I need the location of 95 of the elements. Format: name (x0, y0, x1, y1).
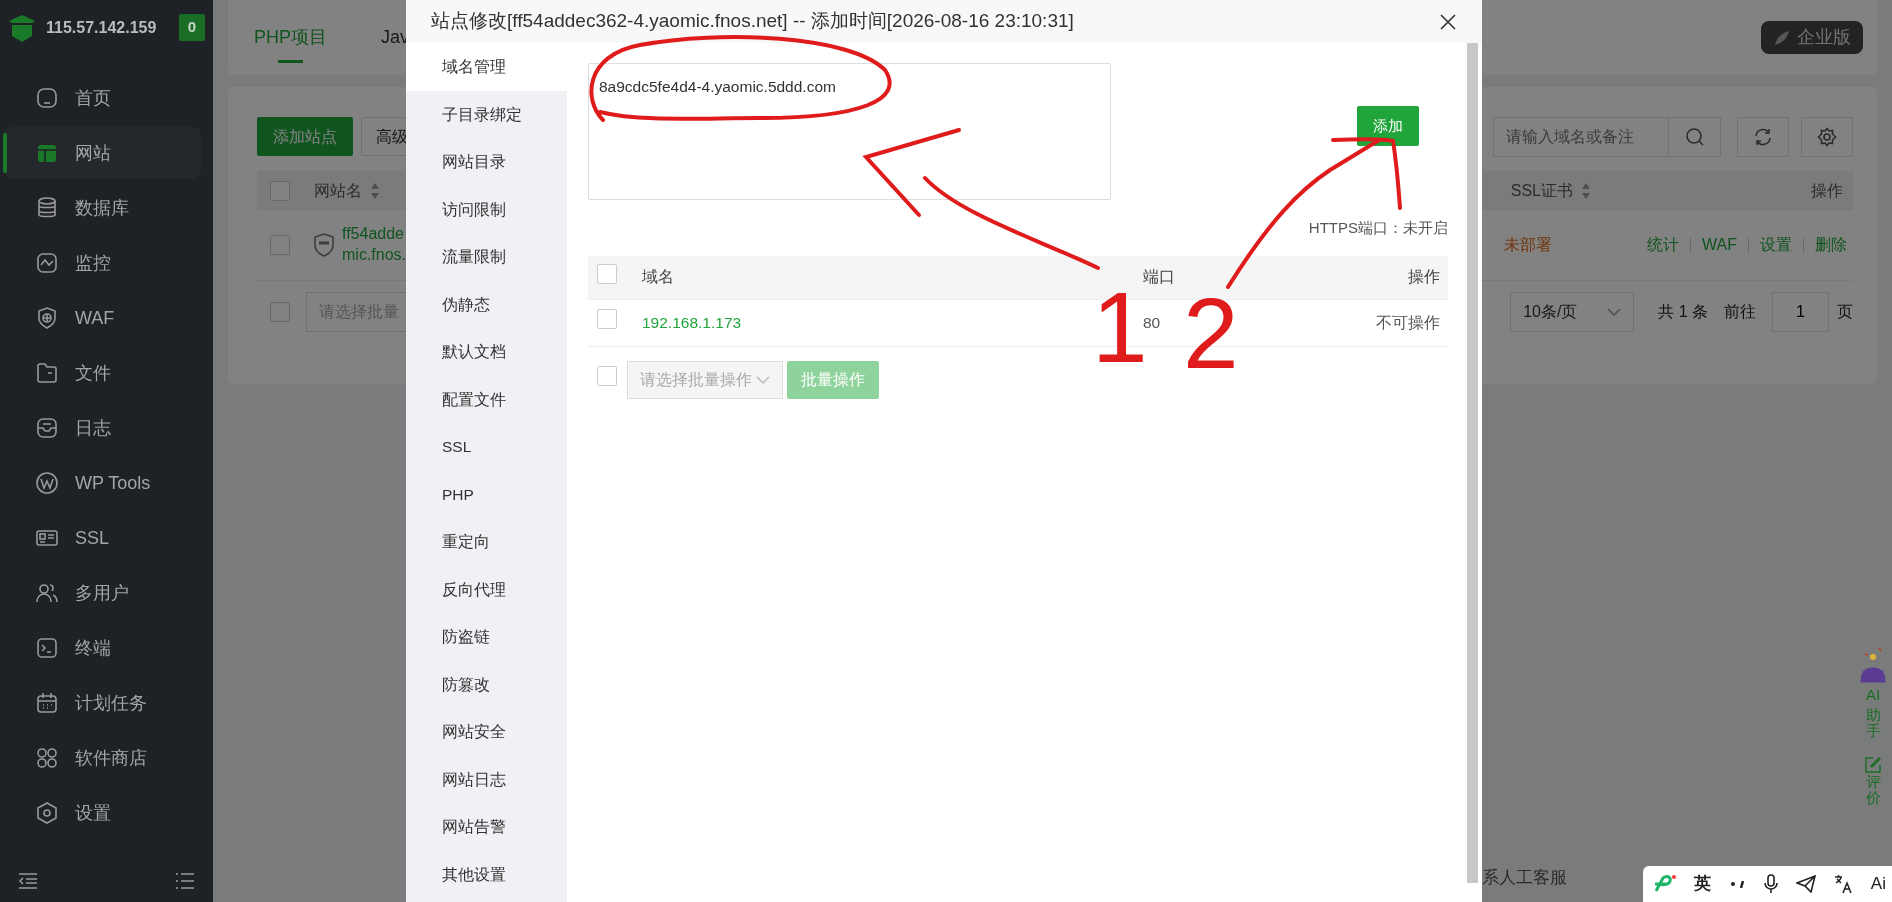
dialog-nav-item[interactable]: 防篡改 (406, 660, 567, 708)
dialog-nav-item[interactable]: SSL (406, 423, 567, 471)
punctuation-icon[interactable] (1728, 879, 1747, 889)
page-input[interactable]: 1 (1772, 292, 1829, 332)
calendar-icon (35, 691, 59, 715)
scrollbar[interactable] (1467, 43, 1478, 883)
dialog-nav-item[interactable]: 域名管理 (406, 43, 567, 91)
search-icon[interactable] (1669, 117, 1721, 157)
sidebar-item[interactable]: 首页 (3, 72, 201, 124)
domain-input[interactable]: 8a9cdc5fe4d4-4.yaomic.5ddd.com (588, 63, 1111, 200)
translate-icon[interactable] (1833, 874, 1854, 894)
assistant-label: 助手 (1865, 706, 1881, 740)
annotation-number: 2 (1183, 277, 1239, 389)
ssl-status: 未部署 (1504, 235, 1553, 255)
ai-label: AI (1864, 685, 1882, 705)
checkbox[interactable] (597, 366, 617, 386)
goto-label: 前往 (1724, 302, 1756, 322)
edit-icon (1864, 755, 1882, 774)
dialog-nav-item[interactable]: PHP (406, 470, 567, 518)
sidebar-item[interactable]: 数据库 (3, 182, 201, 234)
sidebar-item[interactable]: 计划任务 (3, 677, 201, 729)
port-cell-text: 80 (1143, 312, 1161, 333)
support-link[interactable]: 系人工客服 (1482, 865, 1567, 891)
refresh-icon[interactable] (1737, 117, 1789, 157)
leaf-icon (1773, 28, 1791, 47)
sort-icon[interactable] (370, 181, 380, 200)
collapse-icon[interactable] (18, 872, 38, 890)
settings-icon (35, 801, 59, 825)
action-cell-text: 不可操作 (1376, 312, 1440, 333)
sidebar-item[interactable]: 监控 (3, 237, 201, 289)
w-circle-icon (35, 471, 59, 495)
dialog-nav-item[interactable]: 防盗链 (406, 613, 567, 661)
column-header: 网站名 (314, 180, 362, 201)
users-icon (35, 581, 59, 605)
checkbox[interactable] (597, 263, 617, 284)
sidebar-item[interactable]: 网站 (3, 127, 201, 179)
ime-logo-icon[interactable] (1653, 874, 1677, 894)
monster-icon (1859, 646, 1887, 684)
checkbox[interactable] (270, 235, 290, 255)
dialog-nav-item[interactable]: 网站告警 (406, 803, 567, 851)
sidebar-item[interactable]: 终端 (3, 622, 201, 674)
search-field[interactable]: 请输入域名或备注 (1493, 117, 1669, 157)
alert-count: 0 (178, 14, 205, 41)
review-label: 评价 (1865, 773, 1881, 807)
column-header: 域名 (642, 268, 674, 286)
dialog-nav-item[interactable]: 网站日志 (406, 755, 567, 803)
send-icon[interactable] (1795, 875, 1816, 893)
database-icon (35, 196, 59, 220)
checkbox[interactable] (270, 180, 290, 201)
page-label: 页 (1837, 302, 1853, 322)
shield-icon (35, 306, 59, 330)
microphone-icon[interactable] (1764, 874, 1779, 894)
sidebar-item[interactable]: SSL (3, 512, 201, 564)
folder-icon (35, 361, 59, 385)
checkbox[interactable] (270, 302, 290, 322)
checkbox[interactable] (597, 309, 617, 330)
column-header: SSL证书 (1510, 180, 1573, 201)
menu-icon[interactable] (175, 872, 195, 890)
sidebar-item[interactable]: 软件商店 (3, 732, 201, 784)
sidebar-item[interactable]: 设置 (3, 787, 201, 839)
sidebar-item[interactable]: WAF (3, 292, 201, 344)
edition-label: 企业版 (1797, 26, 1851, 49)
column-header: 端口 (1143, 267, 1175, 288)
sidebar-item[interactable]: WP Tools (3, 457, 201, 509)
grid-icon (35, 746, 59, 770)
dialog-nav-item[interactable]: 配置文件 (406, 375, 567, 423)
dialog-nav-item[interactable]: 重定向 (406, 518, 567, 566)
server-ip: 115.57.142.159 (46, 17, 157, 38)
close-icon[interactable] (1440, 13, 1456, 30)
settings-icon[interactable] (1801, 117, 1853, 157)
tray-icon (35, 416, 59, 440)
chevron-icon (756, 375, 770, 384)
dialog-nav-item[interactable]: 访问限制 (406, 185, 567, 233)
total-count: 共 1 条 (1658, 302, 1708, 322)
domain-cell: 192.168.1.173 (642, 313, 742, 331)
ai-tool-label[interactable]: Ai (1870, 871, 1886, 897)
dialog-nav-item[interactable]: 反向代理 (406, 565, 567, 613)
input-mode[interactable]: 英 (1694, 871, 1712, 897)
column-header: 操作 (1408, 267, 1440, 288)
terminal-icon (35, 636, 59, 660)
home-icon (35, 86, 59, 110)
chevron-icon (1607, 308, 1622, 316)
https-status: HTTPS端口：未开启 (1307, 218, 1448, 238)
sidebar-item[interactable]: 日志 (3, 402, 201, 454)
shield-icon (314, 233, 334, 257)
dialog-nav-item[interactable]: 流量限制 (406, 233, 567, 281)
dialog-nav-item[interactable]: 网站安全 (406, 708, 567, 756)
sidebar-item[interactable]: 多用户 (3, 567, 201, 619)
column-header: 操作 (1811, 180, 1843, 201)
dialog-nav-item[interactable]: 其他设置 (406, 850, 567, 898)
sidebar-item[interactable]: 文件 (3, 347, 201, 399)
sort-icon[interactable] (1581, 181, 1591, 200)
dialog-title: 站点修改[ff54addec362-4.yaomic.fnos.net] -- 添加时间[2026-08-16 23:10:31] (431, 9, 1074, 34)
chart-icon (35, 251, 59, 275)
page-size-select[interactable]: 10条/页 (1510, 292, 1635, 332)
